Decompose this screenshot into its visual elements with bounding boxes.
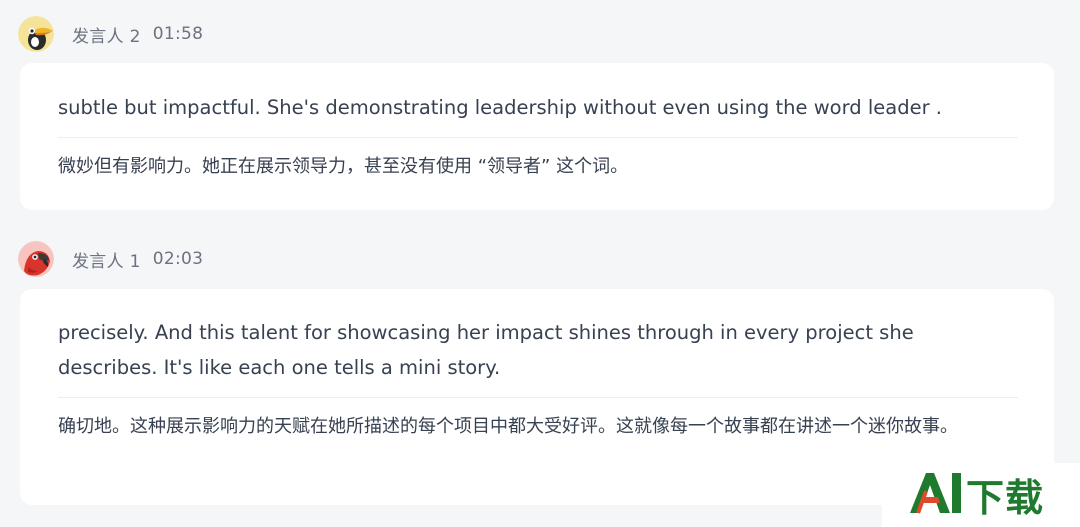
ai-logo-icon (910, 473, 961, 514)
translated-text: 确切地。这种展示影响力的天赋在她所描述的每个项目中都大受好评。这就像每一个故事都… (58, 416, 958, 437)
timestamp[interactable]: 01:58 (153, 24, 204, 44)
toucan-avatar-icon[interactable] (18, 16, 54, 52)
divider (58, 137, 1018, 138)
original-text: subtle but impactful. She's demonstratin… (58, 96, 942, 119)
speaker-name: 发言人 2 (72, 26, 141, 47)
divider (58, 397, 1018, 398)
speaker-name: 发言人 1 (72, 251, 141, 272)
parrot-avatar-icon[interactable] (18, 241, 54, 277)
watermark-logo: 下载 (882, 463, 1080, 527)
translated-text: 微妙但有影响力。她正在展示领导力，甚至没有使用 “领导者” 这个词。 (58, 156, 629, 177)
entry-header: 发言人 2 01:58 (18, 15, 203, 53)
entry-header: 发言人 1 02:03 (18, 240, 203, 278)
svg-text:下载: 下载 (966, 476, 1044, 520)
original-text: precisely. And this talent for showcasin… (58, 321, 914, 379)
timestamp[interactable]: 02:03 (153, 249, 204, 269)
transcript-card: subtle but impactful. She's demonstratin… (20, 63, 1054, 210)
